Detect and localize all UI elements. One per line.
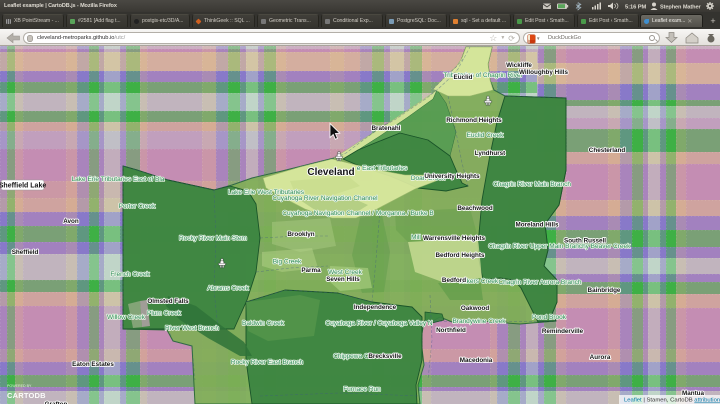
svg-text:Sheffield Lake: Sheffield Lake [0,183,46,190]
svg-text:Independence: Independence [354,304,397,311]
svg-text:River West Branch: River West Branch [165,325,219,332]
svg-text:Cuyahoga River Navigation Chan: Cuyahoga River Navigation Channel [272,195,378,202]
svg-text:Pond Brook: Pond Brook [532,314,567,321]
svg-text:5:16 PM: 5:16 PM [625,5,646,11]
svg-text:Furnace Run: Furnace Run [343,386,381,393]
svg-text:Plum Creek: Plum Creek [147,310,182,317]
svg-text:Abrams Creek: Abrams Creek [207,285,249,292]
svg-text:Euclid Creek: Euclid Creek [467,132,505,139]
svg-text:Stephen Mather: Stephen Mather [660,5,701,11]
svg-text:Willow Creek: Willow Creek [107,314,146,321]
svg-text:Oakwood: Oakwood [461,305,489,312]
svg-text:CARTODB: CARTODB [7,391,46,400]
svg-text:South Russell: South Russell [564,238,606,245]
svg-text:Eaton Estates: Eaton Estates [72,361,114,368]
svg-text:West Creek: West Creek [328,269,363,276]
svg-text:Beachwood: Beachwood [457,205,492,212]
svg-text:Avon: Avon [63,218,79,225]
svg-text:Chagrin River Aurora Branch: Chagrin River Aurora Branch [498,279,581,286]
svg-text:Cuyahoga Navigation Channel /: Cuyahoga Navigation Channel / Morganna /… [282,210,433,217]
svg-text:French Creek: French Creek [110,271,150,278]
svg-text:Brandywine Creek: Brandywine Creek [452,318,506,325]
svg-text:Bainbridge: Bainbridge [588,287,621,294]
svg-text:Sheffield: Sheffield [12,249,39,256]
svg-text:Baldwin Creek: Baldwin Creek [242,320,285,327]
svg-text:Macedonia: Macedonia [460,357,493,364]
svg-text:e East Tributaries: e East Tributaries [357,165,408,172]
svg-text:Aurora: Aurora [590,354,611,361]
svg-text:Chesterland: Chesterland [589,147,626,154]
svg-text:Brooklyn: Brooklyn [287,231,314,238]
svg-text:Mill: Mill [411,234,421,241]
svg-text:Northfield: Northfield [436,327,466,334]
svg-text:Bedford: Bedford [442,277,466,284]
svg-text:Leaflet | Stamen, CartoDB attr: Leaflet | Stamen, CartoDB attribution [624,398,720,404]
svg-text:Rocky River East Branch: Rocky River East Branch [231,359,304,366]
svg-text:University Heights: University Heights [424,173,480,180]
svg-text:Big Creek: Big Creek [273,259,302,266]
svg-text:Porter Creek: Porter Creek [119,203,157,210]
svg-text:Seven Hills: Seven Hills [326,276,360,283]
svg-text:Wickliffe: Wickliffe [506,62,532,69]
svg-text:Lyndhurst: Lyndhurst [475,150,506,157]
svg-text:Euclid: Euclid [454,74,473,81]
svg-text:Richmond Heights: Richmond Heights [446,117,502,124]
svg-text:Reminderville: Reminderville [542,328,584,335]
svg-text:Lake Erie Tributaries East of: Lake Erie Tributaries East of Bla [72,176,165,183]
svg-text:Willoughby Hills: Willoughby Hills [519,69,568,76]
svg-text:Cuyahoga River / Cuyahoga Vall: Cuyahoga River / Cuyahoga Valley N [325,320,432,327]
svg-text:Chippewa Cr: Chippewa Cr [333,353,371,360]
svg-text:Chagrin River Main Branch: Chagrin River Main Branch [493,181,571,188]
svg-text:Olmsted Falls: Olmsted Falls [147,298,189,305]
svg-text:Moreland Hills: Moreland Hills [515,222,559,229]
svg-text:Bedford Heights: Bedford Heights [436,252,485,259]
svg-text:Brecksville: Brecksville [368,353,402,360]
svg-text:Bratenahl: Bratenahl [371,125,400,132]
svg-text:Cleveland: Cleveland [307,167,354,178]
svg-text:Warrensville Heights: Warrensville Heights [423,235,486,242]
svg-text:Parma: Parma [301,267,321,274]
svg-text:POWERED BY: POWERED BY [7,384,32,388]
svg-text:Rocky River Main Stem: Rocky River Main Stem [179,235,247,242]
